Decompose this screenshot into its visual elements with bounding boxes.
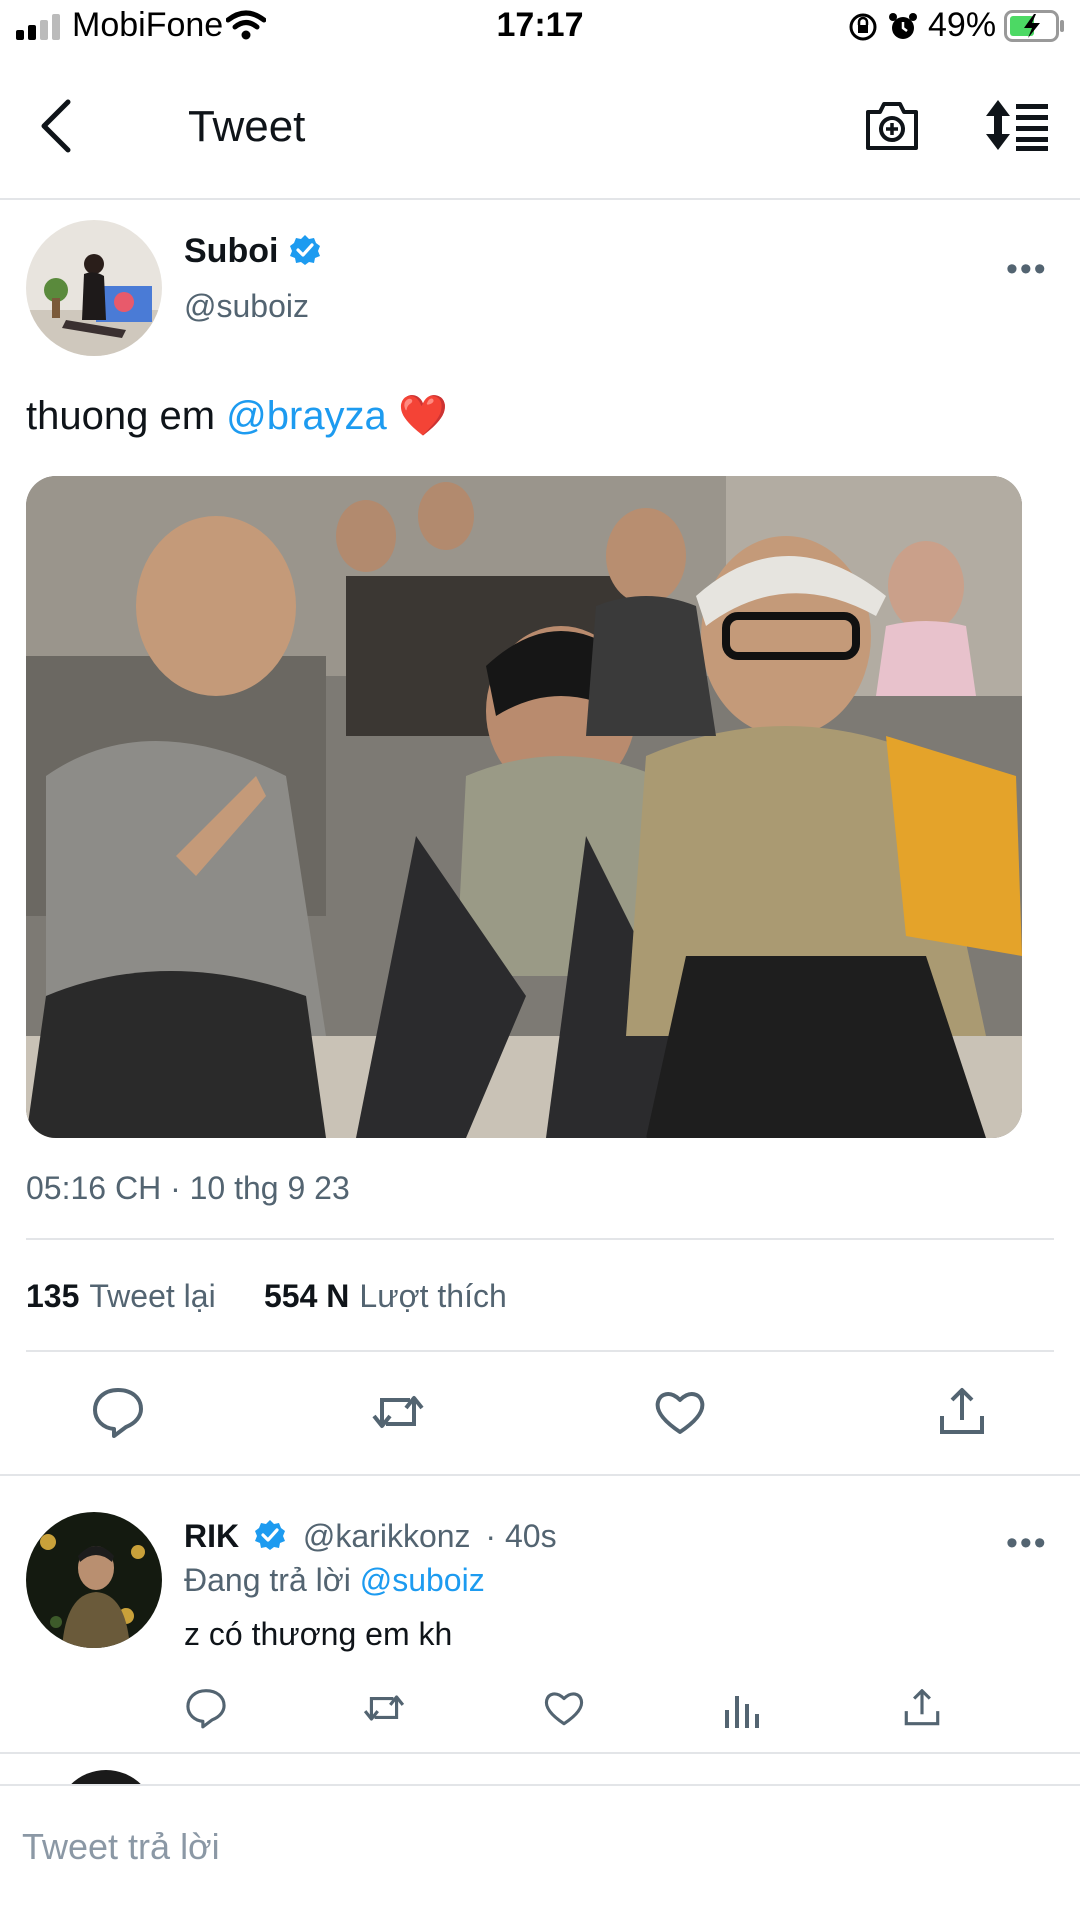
divider (0, 1752, 1080, 1754)
reply-icon[interactable] (184, 1686, 228, 1730)
more-options-icon[interactable]: ••• (1006, 250, 1048, 289)
heart-emoji: ❤️ (397, 394, 448, 438)
page-title: Tweet (188, 102, 306, 151)
reply-more-options-icon[interactable]: ••• (1006, 1524, 1048, 1563)
replying-to-mention[interactable]: @suboiz (360, 1562, 485, 1598)
like-stat[interactable]: 554 N Lượt thích (264, 1278, 507, 1315)
reply-header: RIK @karikkonz · 40s (184, 1518, 557, 1555)
reply-author-avatar[interactable] (26, 1512, 162, 1648)
battery-icon (1004, 10, 1064, 42)
sort-icon[interactable] (984, 98, 1050, 152)
clock: 17:17 (496, 6, 584, 44)
tweet-timestamp[interactable]: 05:16 CH · 10 thg 9 23 (26, 1170, 350, 1207)
retweet-stat[interactable]: 135 Tweet lại (26, 1278, 216, 1315)
reply-text: z có thương em kh (184, 1616, 453, 1652)
status-bar: MobiFone 17:17 49% (0, 0, 1080, 56)
tweet-text: thuong em @brayza ❤️ (26, 392, 448, 439)
divider (26, 1238, 1054, 1240)
retweet-icon[interactable] (370, 1384, 426, 1440)
retweet-count: 135 (26, 1278, 80, 1314)
retweet-icon[interactable] (362, 1686, 406, 1730)
replying-prefix: Đang trả lời (184, 1562, 360, 1598)
top-nav-bar: Tweet (0, 62, 1080, 200)
mention-link[interactable]: @brayza (226, 394, 387, 438)
share-icon[interactable] (900, 1686, 944, 1730)
share-icon[interactable] (934, 1384, 990, 1440)
reply-author-name[interactable]: RIK (184, 1518, 239, 1554)
analytics-icon[interactable] (722, 1688, 762, 1730)
alarm-icon (889, 13, 917, 39)
reply-author-handle[interactable]: @karikkonz (303, 1518, 471, 1554)
verified-badge-icon (289, 235, 320, 265)
retweet-label: Tweet lại (89, 1278, 216, 1314)
like-count: 554 N (264, 1278, 350, 1314)
tweet-photo[interactable] (26, 476, 1022, 1138)
author-handle[interactable]: @suboiz (184, 288, 309, 325)
tweet-text-prefix: thuong em (26, 394, 227, 438)
reply-composer[interactable]: Tweet trả lời (0, 1784, 1080, 1922)
lock-rotation-icon (849, 13, 877, 41)
replying-to: Đang trả lời @suboiz (184, 1562, 485, 1599)
author-name-row: Suboi (184, 232, 321, 271)
divider (0, 1474, 1080, 1476)
author-avatar[interactable] (26, 220, 162, 356)
verified-badge-icon (255, 1520, 285, 1550)
camera-plus-icon[interactable] (864, 98, 920, 152)
back-arrow-icon[interactable] (36, 98, 76, 154)
reply-icon[interactable] (90, 1384, 146, 1440)
divider (26, 1350, 1054, 1352)
like-icon[interactable] (542, 1686, 586, 1730)
like-icon[interactable] (652, 1384, 708, 1440)
author-name[interactable]: Suboi (184, 232, 278, 270)
battery-percent: 49% (928, 6, 997, 44)
reply-input-placeholder[interactable]: Tweet trả lời (22, 1826, 220, 1868)
like-label: Lượt thích (359, 1278, 507, 1314)
reply-time: · 40s (485, 1518, 557, 1554)
